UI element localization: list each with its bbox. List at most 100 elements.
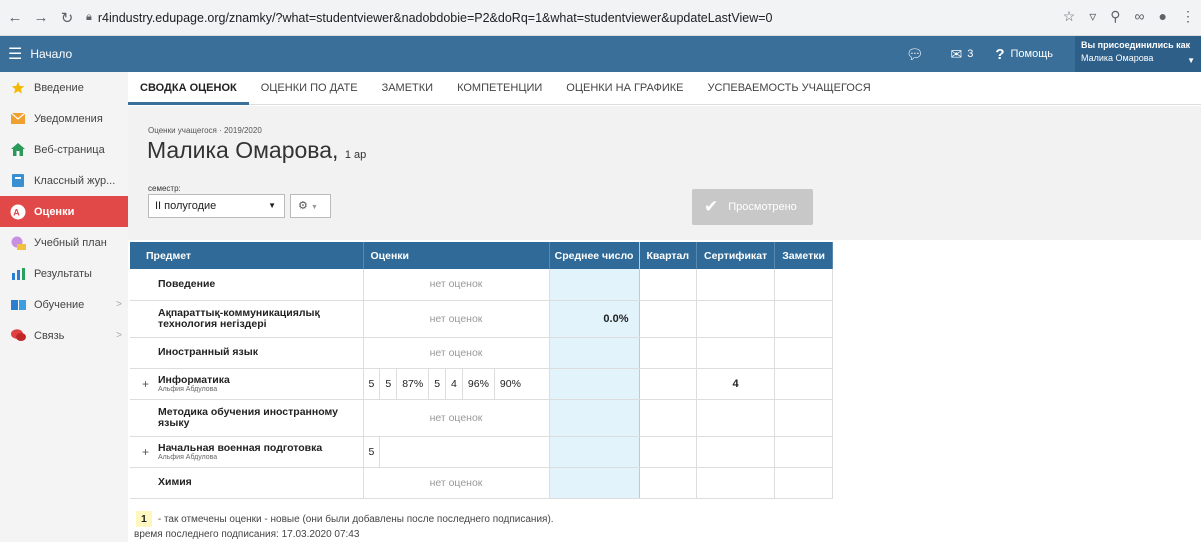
col-notes: Заметки <box>774 242 833 269</box>
tab-grades-by-date[interactable]: ОЦЕНКИ ПО ДАТЕ <box>249 72 370 105</box>
semester-label: семестр: <box>148 184 181 193</box>
quarter-cell <box>639 399 697 437</box>
notes-cell <box>774 269 833 301</box>
url-text[interactable]: r4industry.edupage.org/znamky/?what=stud… <box>98 11 773 25</box>
grade-mark[interactable]: 4 <box>446 368 463 399</box>
sidebar-item-learning[interactable]: Обучение > <box>0 289 128 320</box>
settings-button[interactable]: ⚙ ▼ <box>290 194 331 218</box>
sidebar-item-label: Оценки <box>34 205 75 218</box>
search-icon[interactable]: ⚲ <box>1110 8 1120 25</box>
col-average: Среднее число <box>548 242 640 269</box>
sidebar-item-intro[interactable]: Введение <box>0 72 128 103</box>
home-icon <box>10 143 26 157</box>
grades-cell: нет оценок <box>362 269 550 301</box>
semester-value: II полугодие <box>155 200 217 212</box>
table-row[interactable]: Методика обучения иностранному языку нет… <box>130 399 833 437</box>
lock-icon: 🔒︎ <box>86 11 92 23</box>
grade-mark[interactable]: 5 <box>380 368 398 399</box>
grade-mark[interactable]: 5 <box>364 368 381 399</box>
user-menu[interactable]: Вы присоединились как Малика Омарова ▼ <box>1075 36 1201 72</box>
tab-grades-summary[interactable]: СВОДКА ОЦЕНОК <box>128 72 249 105</box>
pocket-icon[interactable]: ▿ <box>1089 8 1096 25</box>
table-row[interactable]: Иностранный язык нет оценок <box>130 337 833 369</box>
tab-grades-chart[interactable]: ОЦЕНКИ НА ГРАФИКЕ <box>554 72 695 105</box>
sidebar-item-label: Введение <box>34 81 84 94</box>
help-button[interactable]: ? Помощь <box>995 46 1053 63</box>
grade-mark[interactable]: 90% <box>495 369 526 399</box>
forward-icon[interactable]: → <box>30 9 52 26</box>
student-name: Малика Омарова, <box>147 137 339 163</box>
grade-mark[interactable]: 5 <box>429 368 447 399</box>
tab-student-performance[interactable]: УСПЕВАЕМОСТЬ УЧАЩЕГОСЯ <box>696 72 883 105</box>
profile-icon[interactable]: ● <box>1159 8 1167 25</box>
semester-select[interactable]: II полугодие ▼ <box>148 194 285 218</box>
chat-button[interactable]: 💬︎ <box>906 46 929 63</box>
grade-mark[interactable]: 96% <box>463 368 495 399</box>
page-subtitle: Оценки учащегося · 2019/2020 <box>148 126 262 135</box>
back-icon[interactable]: ← <box>4 9 26 26</box>
notes-cell <box>774 436 833 468</box>
chat-icon <box>10 329 26 343</box>
table-row[interactable]: Ақпараттық-коммуникациялық технология не… <box>130 300 833 338</box>
subject-name: Иностранный язык <box>158 346 258 358</box>
sidebar-item-class-journal[interactable]: Классный жур... <box>0 165 128 196</box>
col-subject[interactable]: Предмет <box>130 242 364 269</box>
subject-name: Ақпараттық-коммуникациялық технология не… <box>158 306 320 330</box>
checkmark-icon: ✔ <box>704 197 719 216</box>
bar-chart-icon <box>10 267 26 281</box>
sidebar-item-webpage[interactable]: Веб-страница <box>0 134 128 165</box>
star-icon <box>10 81 26 95</box>
table-row[interactable]: Химия нет оценок <box>130 467 833 499</box>
certificate-cell <box>696 337 776 369</box>
quarter-cell <box>639 436 697 468</box>
gear-icon: ⚙ <box>298 200 308 212</box>
teacher-name: Альфия Абдулова <box>158 453 218 461</box>
notes-cell <box>774 337 833 369</box>
grades-cell: нет оценок <box>362 337 550 369</box>
expand-plus-icon[interactable]: + <box>142 377 149 391</box>
viewed-button[interactable]: ✔ Просмотрено <box>692 189 813 225</box>
table-row[interactable]: + Информатика Альфия Абдулова 5 5 87% 5 … <box>130 368 833 400</box>
envelope-icon: ✉ <box>950 45 963 62</box>
sidebar-item-curriculum[interactable]: Учебный план <box>0 227 128 258</box>
subject-name: Информатика <box>158 373 230 386</box>
chevron-right-icon: > <box>116 299 122 310</box>
average-cell: 0.0% <box>548 300 640 338</box>
student-header-panel: Оценки учащегося · 2019/2020 Малика Омар… <box>128 106 1201 240</box>
sidebar-item-results[interactable]: Результаты <box>0 258 128 289</box>
grade-mark[interactable]: 87% <box>397 368 430 399</box>
certificate-cell <box>696 300 776 338</box>
grades-cell: 5 5 87% 5 4 96% 90% <box>362 368 550 400</box>
home-link[interactable]: Начало <box>30 47 72 61</box>
table-row[interactable]: Поведение нет оценок <box>130 269 833 301</box>
browser-menu-icon[interactable]: ⋮ <box>1181 8 1195 25</box>
grades-icon: A <box>10 204 26 219</box>
average-cell <box>548 269 640 301</box>
chevron-down-icon: ▼ <box>310 204 318 211</box>
chevron-down-icon: ▼ <box>1187 56 1195 65</box>
tab-competencies[interactable]: КОМПЕТЕНЦИИ <box>445 72 554 105</box>
grades-table: Предмет Оценки Среднее число Квартал Сер… <box>130 242 833 499</box>
new-grades-legend: 1 - так отмечены оценки - новые (они был… <box>136 511 554 527</box>
table-row[interactable]: + Начальная военная подготовка Альфия Аб… <box>130 436 833 468</box>
tab-notes[interactable]: ЗАМЕТКИ <box>370 72 446 105</box>
address-bar[interactable]: 🔒︎ r4industry.edupage.org/znamky/?what=s… <box>86 4 1066 32</box>
expand-plus-icon[interactable]: + <box>142 445 149 459</box>
sidebar-item-notifications[interactable]: Уведомления <box>0 103 128 134</box>
reload-icon[interactable]: ↻ <box>56 9 78 27</box>
bookmark-star-icon[interactable]: ☆ <box>1063 8 1076 25</box>
quarter-cell <box>639 368 697 400</box>
extension-icon[interactable]: ∞ <box>1135 8 1145 25</box>
subject-cell: Методика обучения иностранному языку <box>130 399 364 437</box>
sidebar-item-label: Классный жур... <box>34 174 116 187</box>
grade-mark[interactable]: 5 <box>364 436 381 467</box>
help-label: Помощь <box>1010 48 1054 60</box>
sidebar-item-contact[interactable]: Связь > <box>0 320 128 351</box>
quarter-cell <box>639 269 697 301</box>
hamburger-menu-icon[interactable]: ☰ <box>8 44 22 64</box>
tab-bar: СВОДКА ОЦЕНОК ОЦЕНКИ ПО ДАТЕ ЗАМЕТКИ КОМ… <box>128 72 1201 105</box>
messages-button[interactable]: ✉ 3 <box>950 46 973 63</box>
subject-name: Начальная военная подготовка <box>158 441 323 454</box>
mail-icon <box>10 112 26 126</box>
sidebar-item-grades[interactable]: A Оценки <box>0 196 128 227</box>
